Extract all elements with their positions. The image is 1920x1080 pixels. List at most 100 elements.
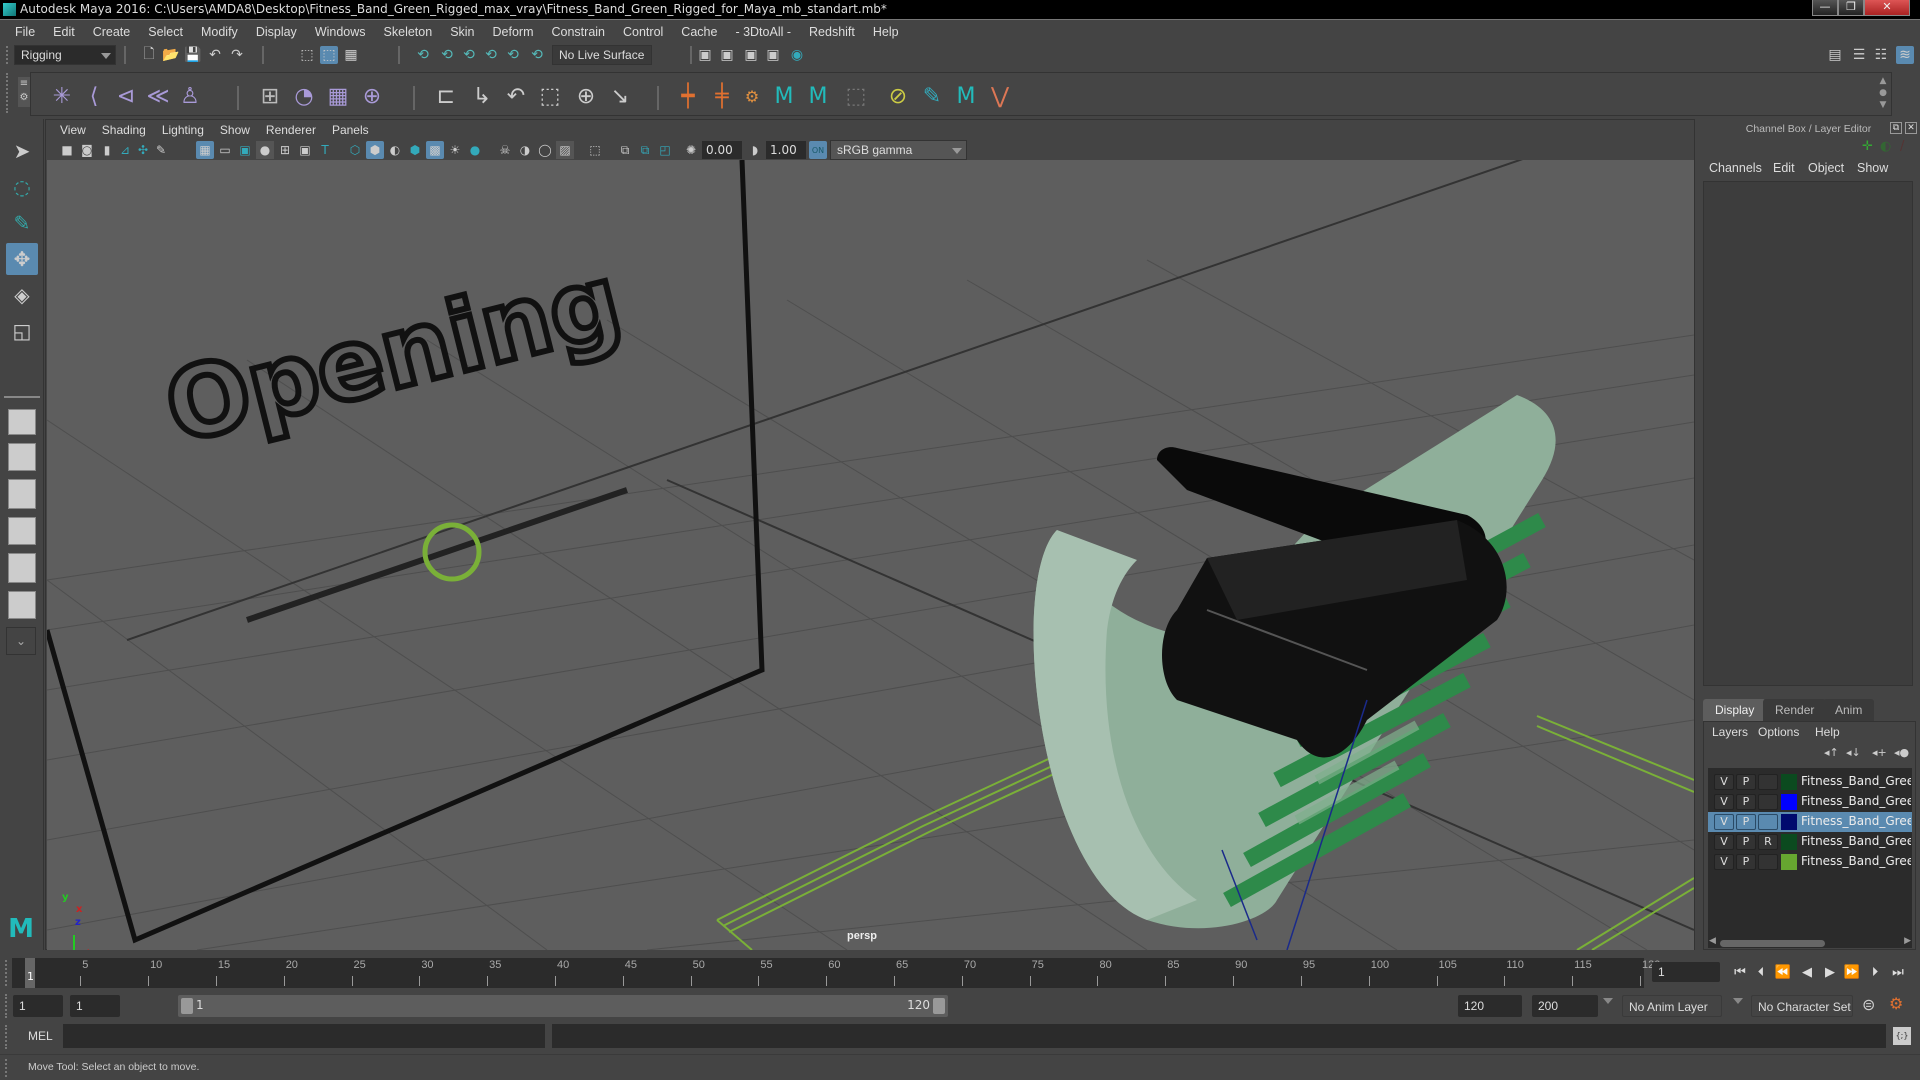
animation-preferences-icon[interactable]: ⚙ [1889,994,1903,1013]
bookmark-icon[interactable]: ▮ [98,141,116,159]
layer-row[interactable]: V P R Fitness_Band_Green_Rigged [1708,832,1912,852]
maya-logo-icon[interactable]: M [951,81,981,111]
fitness-band-model[interactable] [1033,395,1556,950]
screen-space-ao-icon[interactable]: ☠ [496,141,514,159]
layer-visibility-toggle[interactable]: V [1714,794,1734,810]
depth-of-field-icon[interactable]: ▨ [556,141,574,159]
maya-logo-icon[interactable]: M [803,81,833,111]
layer-playback-toggle[interactable]: P [1736,834,1756,850]
animation-end-field[interactable]: 200 [1532,995,1598,1017]
snap-curve-icon[interactable]: ⟲ [438,46,456,64]
time-slider-grip[interactable] [5,960,9,986]
layer-color-swatch[interactable] [1781,854,1797,870]
layer-row-selected[interactable]: V P Fitness_Band_Green_Rigged [1708,812,1912,832]
restore-button[interactable]: ❐ [1838,0,1864,16]
menu-edit[interactable]: Edit [44,25,84,39]
menu-control[interactable]: Control [614,25,672,39]
layer-visibility-toggle[interactable]: V [1714,834,1734,850]
layer-row[interactable]: V P Fitness_Band_Green_Rigged [1708,792,1912,812]
close-panel-icon[interactable]: ✕ [1905,122,1917,134]
mel-command-input[interactable] [63,1024,545,1048]
point-constraint-icon[interactable]: ↳ [467,81,497,111]
render-settings-icon[interactable]: ▣ [764,46,782,64]
panel-menu-panels[interactable]: Panels [324,123,377,137]
cluster-icon[interactable]: ⊕ [357,81,387,111]
wireframe-on-shaded-icon[interactable]: ⬢ [406,141,424,159]
shelf-grip[interactable] [6,73,10,113]
layer-playback-toggle[interactable]: P [1736,814,1756,830]
layer-row[interactable]: V P Fitness_Band_Green_Rigged [1708,852,1912,872]
attribute-editor-icon[interactable]: ☰ [1850,46,1868,64]
menu-file[interactable]: File [6,25,44,39]
layer-tab-display[interactable]: Display [1703,699,1767,721]
snap-view-plane-icon[interactable]: ⟲ [482,46,500,64]
panel-menu-shading[interactable]: Shading [94,123,154,137]
select-by-hierarchy-icon[interactable]: ⬚ [298,46,316,64]
layout-menu-button[interactable]: ⌄ [6,627,36,655]
mel-label[interactable]: MEL [28,1029,53,1043]
transform-mode-icon[interactable]: ◐ [1880,139,1891,154]
scrollbar-thumb[interactable] [1720,940,1825,947]
layer-manager-icon[interactable]: ⊘ [883,81,913,111]
redo-icon[interactable]: ↷ [228,46,246,64]
gate-mask-icon[interactable]: ● [256,141,274,159]
menu-skin[interactable]: Skin [441,25,483,39]
menu-display[interactable]: Display [247,25,306,39]
step-back-frame-icon[interactable]: ⏪ [1774,963,1792,981]
channel-list[interactable] [1703,181,1913,686]
menu-windows[interactable]: Windows [306,25,375,39]
textured-icon[interactable]: ▩ [426,141,444,159]
xray-joints-icon[interactable]: ⧉ [636,141,654,159]
range-start-handle[interactable] [181,998,193,1014]
current-time-indicator[interactable]: 1 [25,958,35,988]
lattice-icon[interactable]: ▦ [323,81,353,111]
render-view-icon[interactable]: ▣ [718,46,736,64]
auto-key-icon[interactable]: ⊜ [1862,995,1875,1014]
go-to-end-icon[interactable]: ⏭ [1889,963,1907,981]
undo-icon[interactable]: ↶ [206,46,224,64]
shadows-icon[interactable]: ● [466,141,484,159]
select-by-object-icon[interactable]: ⬚ [320,46,338,64]
render-frame-icon[interactable]: ▣ [696,46,714,64]
color-management-toggle[interactable]: ON [809,141,827,159]
cb-menu-show[interactable]: Show [1857,161,1888,175]
float-panel-icon[interactable]: ⧉ [1890,122,1902,134]
ipr-render-icon[interactable]: ▣ [742,46,760,64]
layer-menu-options[interactable]: Options [1758,725,1799,739]
safe-title-icon[interactable]: T [316,141,334,159]
shelf-tabs-menu[interactable]: ≡ ⚙ [18,77,30,107]
step-forward-key-icon[interactable]: ⏵ [1866,963,1884,981]
range-end-handle[interactable] [933,998,945,1014]
go-to-start-icon[interactable]: ⏮ [1731,963,1749,981]
aim-constraint-icon[interactable]: ⊕ [571,81,601,111]
pole-vector-icon[interactable]: ↘ [605,81,635,111]
character-set-chevron-icon[interactable] [1733,998,1743,1004]
persp-graph-layout-icon[interactable] [8,517,36,545]
view-transform-dropdown[interactable]: sRGB gamma [830,140,967,160]
grease-pencil-icon[interactable]: ✎ [152,141,170,159]
time-slider-track[interactable]: 1 5 10 15 20 25 30 35 40 45 50 55 60 65 70 75 80 85 90 95 1… [12,958,1660,988]
orient-constraint-icon[interactable]: ↶ [501,81,531,111]
current-frame-field[interactable]: 1 [1652,962,1720,982]
select-tool-icon[interactable]: ➤ [6,135,38,167]
select-camera-icon[interactable]: ■ [58,141,76,159]
set-key-icon[interactable]: ┿ [673,81,703,111]
new-scene-icon[interactable]: 🗋 [140,46,158,64]
scale-tool-icon[interactable]: ◱ [6,315,38,347]
menu-modify[interactable]: Modify [192,25,247,39]
command-line-grip[interactable] [5,1025,9,1049]
new-empty-layer-icon[interactable]: ◂+ [1872,746,1887,759]
speed-mode-icon[interactable]: / [1900,139,1904,154]
layer-visibility-toggle[interactable]: V [1714,854,1734,870]
move-layer-up-icon[interactable]: ◂↑ [1824,746,1839,759]
character-set-icon[interactable]: ⚙ [737,81,767,111]
script-editor-icon[interactable]: {;} [1893,1027,1911,1045]
xray-components-icon[interactable]: ◰ [656,141,674,159]
ik-spline-icon[interactable]: ⊲ [111,81,141,111]
menu-redshift[interactable]: Redshift [800,25,864,39]
exposure-icon[interactable]: ✺ [682,141,700,159]
menu-create[interactable]: Create [84,25,140,39]
anim-layer-chevron-icon[interactable] [1603,998,1613,1004]
layer-list-scrollbar[interactable]: ◀ ▶ [1708,936,1912,948]
range-slider[interactable]: 1 120 [178,995,948,1017]
